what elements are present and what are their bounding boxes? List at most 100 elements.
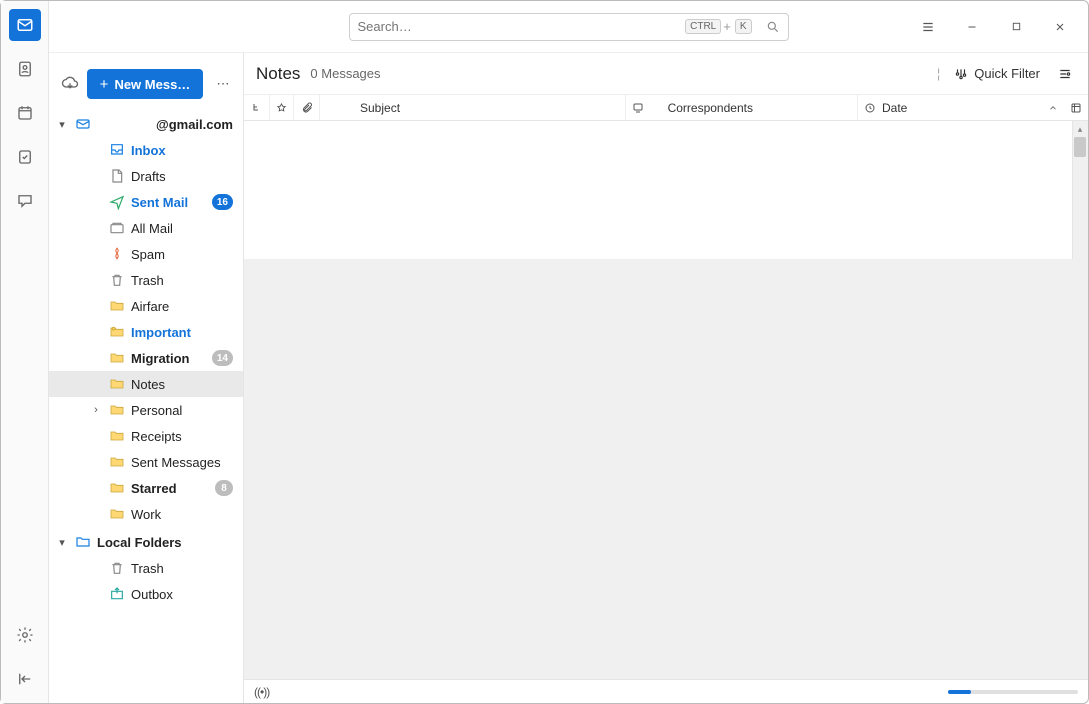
thread-icon — [251, 102, 263, 114]
col-star[interactable] — [270, 95, 294, 120]
filter-icon — [954, 67, 968, 81]
col-correspondents[interactable]: Correspondents — [626, 95, 858, 120]
close-button[interactable] — [1040, 13, 1080, 41]
folder-trash[interactable]: Trash — [49, 267, 243, 293]
collapse-rail-button[interactable] — [9, 663, 41, 695]
local-folders-row[interactable]: ▾ Local Folders — [49, 529, 243, 555]
folder-label: Personal — [131, 403, 233, 418]
folder-title: Notes — [256, 64, 300, 84]
global-search[interactable]: CTRL + K — [349, 13, 789, 41]
folder-outbox[interactable]: Outbox — [49, 581, 243, 607]
folder-label: All Mail — [131, 221, 233, 236]
sent-icon — [109, 194, 125, 210]
folder-important[interactable]: Important — [49, 319, 243, 345]
folder-label: Sent Mail — [131, 195, 206, 210]
empty-content-area — [244, 259, 1088, 679]
sidebar-more-button[interactable]: ⋯ — [211, 69, 235, 99]
folder-drafts[interactable]: Drafts — [49, 163, 243, 189]
local-folders-label: Local Folders — [97, 535, 233, 550]
chevron-right-icon[interactable]: › — [89, 404, 103, 416]
display-options-button[interactable] — [1054, 63, 1076, 85]
folder-work[interactable]: Work — [49, 501, 243, 527]
folder-label: Drafts — [131, 169, 233, 184]
settings-button[interactable] — [9, 619, 41, 651]
account-row[interactable]: ▾ @gmail.com — [49, 111, 243, 137]
folder-trash[interactable]: Trash — [49, 555, 243, 581]
folder-label: Inbox — [131, 143, 233, 158]
correspondents-icon — [632, 102, 644, 114]
folder-star-icon — [109, 324, 125, 340]
folder-label: Receipts — [131, 429, 233, 444]
folder-icon — [109, 480, 125, 496]
folder-label: Important — [131, 325, 233, 340]
message-list: ▴ ▾ — [244, 121, 1088, 679]
scroll-up-icon[interactable]: ▴ — [1072, 121, 1088, 137]
folder-icon — [109, 428, 125, 444]
online-status-icon[interactable]: ((•)) — [254, 685, 269, 699]
status-bar: ((•)) — [244, 679, 1088, 703]
kbd-ctrl: CTRL — [685, 19, 721, 34]
folder-label: Outbox — [131, 587, 233, 602]
col-subject-label: Subject — [360, 101, 400, 115]
folder-label: Airfare — [131, 299, 233, 314]
folder-all-mail[interactable]: All Mail — [49, 215, 243, 241]
col-subject[interactable]: Subject — [320, 95, 626, 120]
account-label: @gmail.com — [97, 117, 233, 132]
tasks-button[interactable] — [9, 141, 41, 173]
get-messages-icon[interactable] — [61, 75, 79, 93]
folder-icon — [109, 298, 125, 314]
folder-receipts[interactable]: Receipts — [49, 423, 243, 449]
folder-label: Migration — [131, 351, 206, 366]
chevron-down-icon: ▾ — [55, 536, 69, 549]
col-date[interactable]: Date — [858, 95, 1088, 120]
folder-migration[interactable]: Migration14 — [49, 345, 243, 371]
folder-sent-mail[interactable]: Sent Mail16 — [49, 189, 243, 215]
search-icon — [766, 20, 780, 34]
quick-filter-button[interactable]: Quick Filter — [948, 62, 1046, 85]
folder-personal[interactable]: › Personal — [49, 397, 243, 423]
clock-icon — [864, 102, 876, 114]
chat-button[interactable] — [9, 185, 41, 217]
folder-tree: ▾ @gmail.com Inbox Drafts Sent Mail16 All M… — [49, 111, 243, 703]
calendar-button[interactable] — [9, 97, 41, 129]
col-attachment[interactable] — [294, 95, 320, 120]
folder-sidebar: + New Mess… ⋯ ▾ @gmail.com Inbox Drafts Se… — [49, 53, 244, 703]
maximize-button[interactable] — [996, 13, 1036, 41]
app-window: CTRL + K — [0, 0, 1089, 704]
mail-space-button[interactable] — [9, 9, 41, 41]
trash-icon — [109, 560, 125, 576]
col-thread[interactable] — [244, 95, 270, 120]
minimize-button[interactable] — [952, 13, 992, 41]
folder-label: Work — [131, 507, 233, 522]
trash-icon — [109, 272, 125, 288]
folder-inbox[interactable]: Inbox — [49, 137, 243, 163]
folder-icon — [75, 534, 91, 550]
attachment-icon — [301, 102, 313, 114]
folder-notes[interactable]: Notes — [49, 371, 243, 397]
new-message-button[interactable]: + New Mess… — [87, 69, 203, 99]
folder-label: Trash — [131, 561, 233, 576]
folder-icon — [109, 376, 125, 392]
folder-spam[interactable]: Spam — [49, 241, 243, 267]
quick-filter-label: Quick Filter — [974, 66, 1040, 81]
search-input[interactable] — [358, 19, 684, 34]
chevron-down-icon: ▾ — [55, 118, 69, 131]
main-area: CTRL + K — [49, 1, 1088, 703]
unread-badge: 8 — [215, 480, 233, 496]
address-book-button[interactable] — [9, 53, 41, 85]
col-date-label: Date — [882, 101, 907, 115]
folder-icon — [109, 350, 125, 366]
kbd-plus: + — [723, 19, 731, 34]
folder-airfare[interactable]: Airfare — [49, 293, 243, 319]
folder-sent-messages[interactable]: Sent Messages — [49, 449, 243, 475]
scroll-thumb[interactable] — [1074, 137, 1086, 157]
star-icon — [276, 102, 287, 114]
folder-label: Trash — [131, 273, 233, 288]
spam-icon — [109, 246, 125, 262]
app-menu-button[interactable] — [908, 13, 948, 41]
folder-label: Sent Messages — [131, 455, 233, 470]
folder-starred[interactable]: Starred8 — [49, 475, 243, 501]
allmail-icon — [109, 220, 125, 236]
body-split: + New Mess… ⋯ ▾ @gmail.com Inbox Drafts Se… — [49, 53, 1088, 703]
column-picker-button[interactable] — [1070, 102, 1082, 114]
